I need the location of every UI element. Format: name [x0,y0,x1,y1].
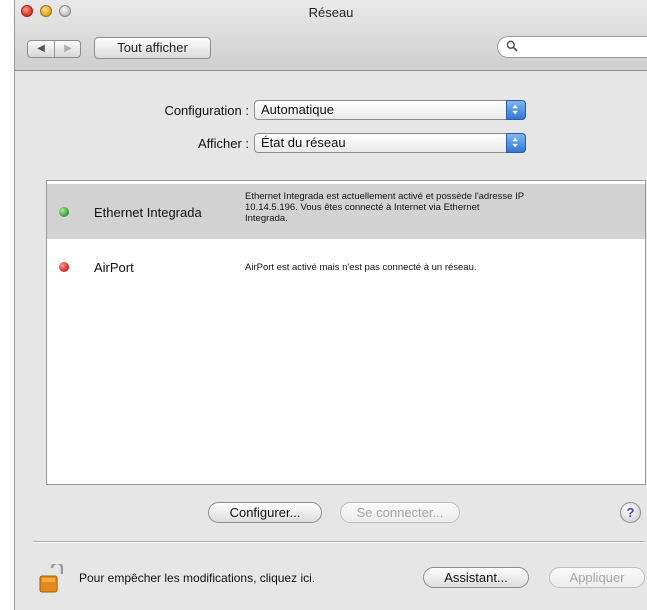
service-name: Ethernet Integrada [94,205,202,220]
help-button[interactable]: ? [620,502,641,523]
lock-message[interactable]: Pour empêcher les modifications, cliquez… [79,571,315,585]
configuration-label: Configuration : [164,103,249,118]
connect-button[interactable]: Se connecter... [340,502,460,523]
status-green-icon [59,207,69,217]
magnifier-icon [506,40,518,52]
network-status-list[interactable]: Ethernet Integrada Ethernet Integrada es… [46,180,646,485]
show-value: État du réseau [261,135,346,150]
footer-divider [33,541,645,543]
forward-button[interactable]: ▶ [55,41,81,57]
configure-button[interactable]: Configurer... [208,502,322,523]
description-line: AirPort est activé mais n'est pas connec… [245,262,477,273]
description-line: Ethernet Integrada est actuellement acti… [245,191,525,202]
list-item-ethernet[interactable]: Ethernet Integrada Ethernet Integrada es… [47,184,645,239]
assistant-button[interactable]: Assistant... [423,567,529,588]
window-title: Réseau [308,5,354,20]
title-bar: Réseau ◀ ▶ Tout afficher [15,0,647,71]
search-input[interactable] [522,39,647,57]
show-label: Afficher : [197,136,249,151]
network-preferences-window: Réseau ◀ ▶ Tout afficher Configuration :… [14,0,647,610]
lock-icon[interactable] [39,564,63,594]
back-button[interactable]: ◀ [28,41,55,57]
service-description: Ethernet Integrada est actuellement acti… [245,191,625,224]
configuration-value: Automatique [261,102,334,117]
popup-arrows-icon [506,100,526,120]
show-popup[interactable]: État du réseau [254,133,526,153]
description-line: Integrada. [245,213,288,224]
list-item-airport[interactable]: AirPort AirPort est activé mais n'est pa… [47,251,645,281]
description-line: 10.14.5.196. Vous êtes connecté à Intern… [245,202,480,213]
service-name: AirPort [94,260,134,275]
popup-arrows-icon [506,133,526,153]
back-forward-control: ◀ ▶ [27,40,81,58]
service-description: AirPort est activé mais n'est pas connec… [245,262,625,273]
search-field[interactable] [497,36,647,58]
apply-button[interactable]: Appliquer [549,567,645,588]
status-red-icon [59,262,69,272]
configuration-popup[interactable]: Automatique [254,100,526,120]
show-all-button[interactable]: Tout afficher [94,37,211,59]
